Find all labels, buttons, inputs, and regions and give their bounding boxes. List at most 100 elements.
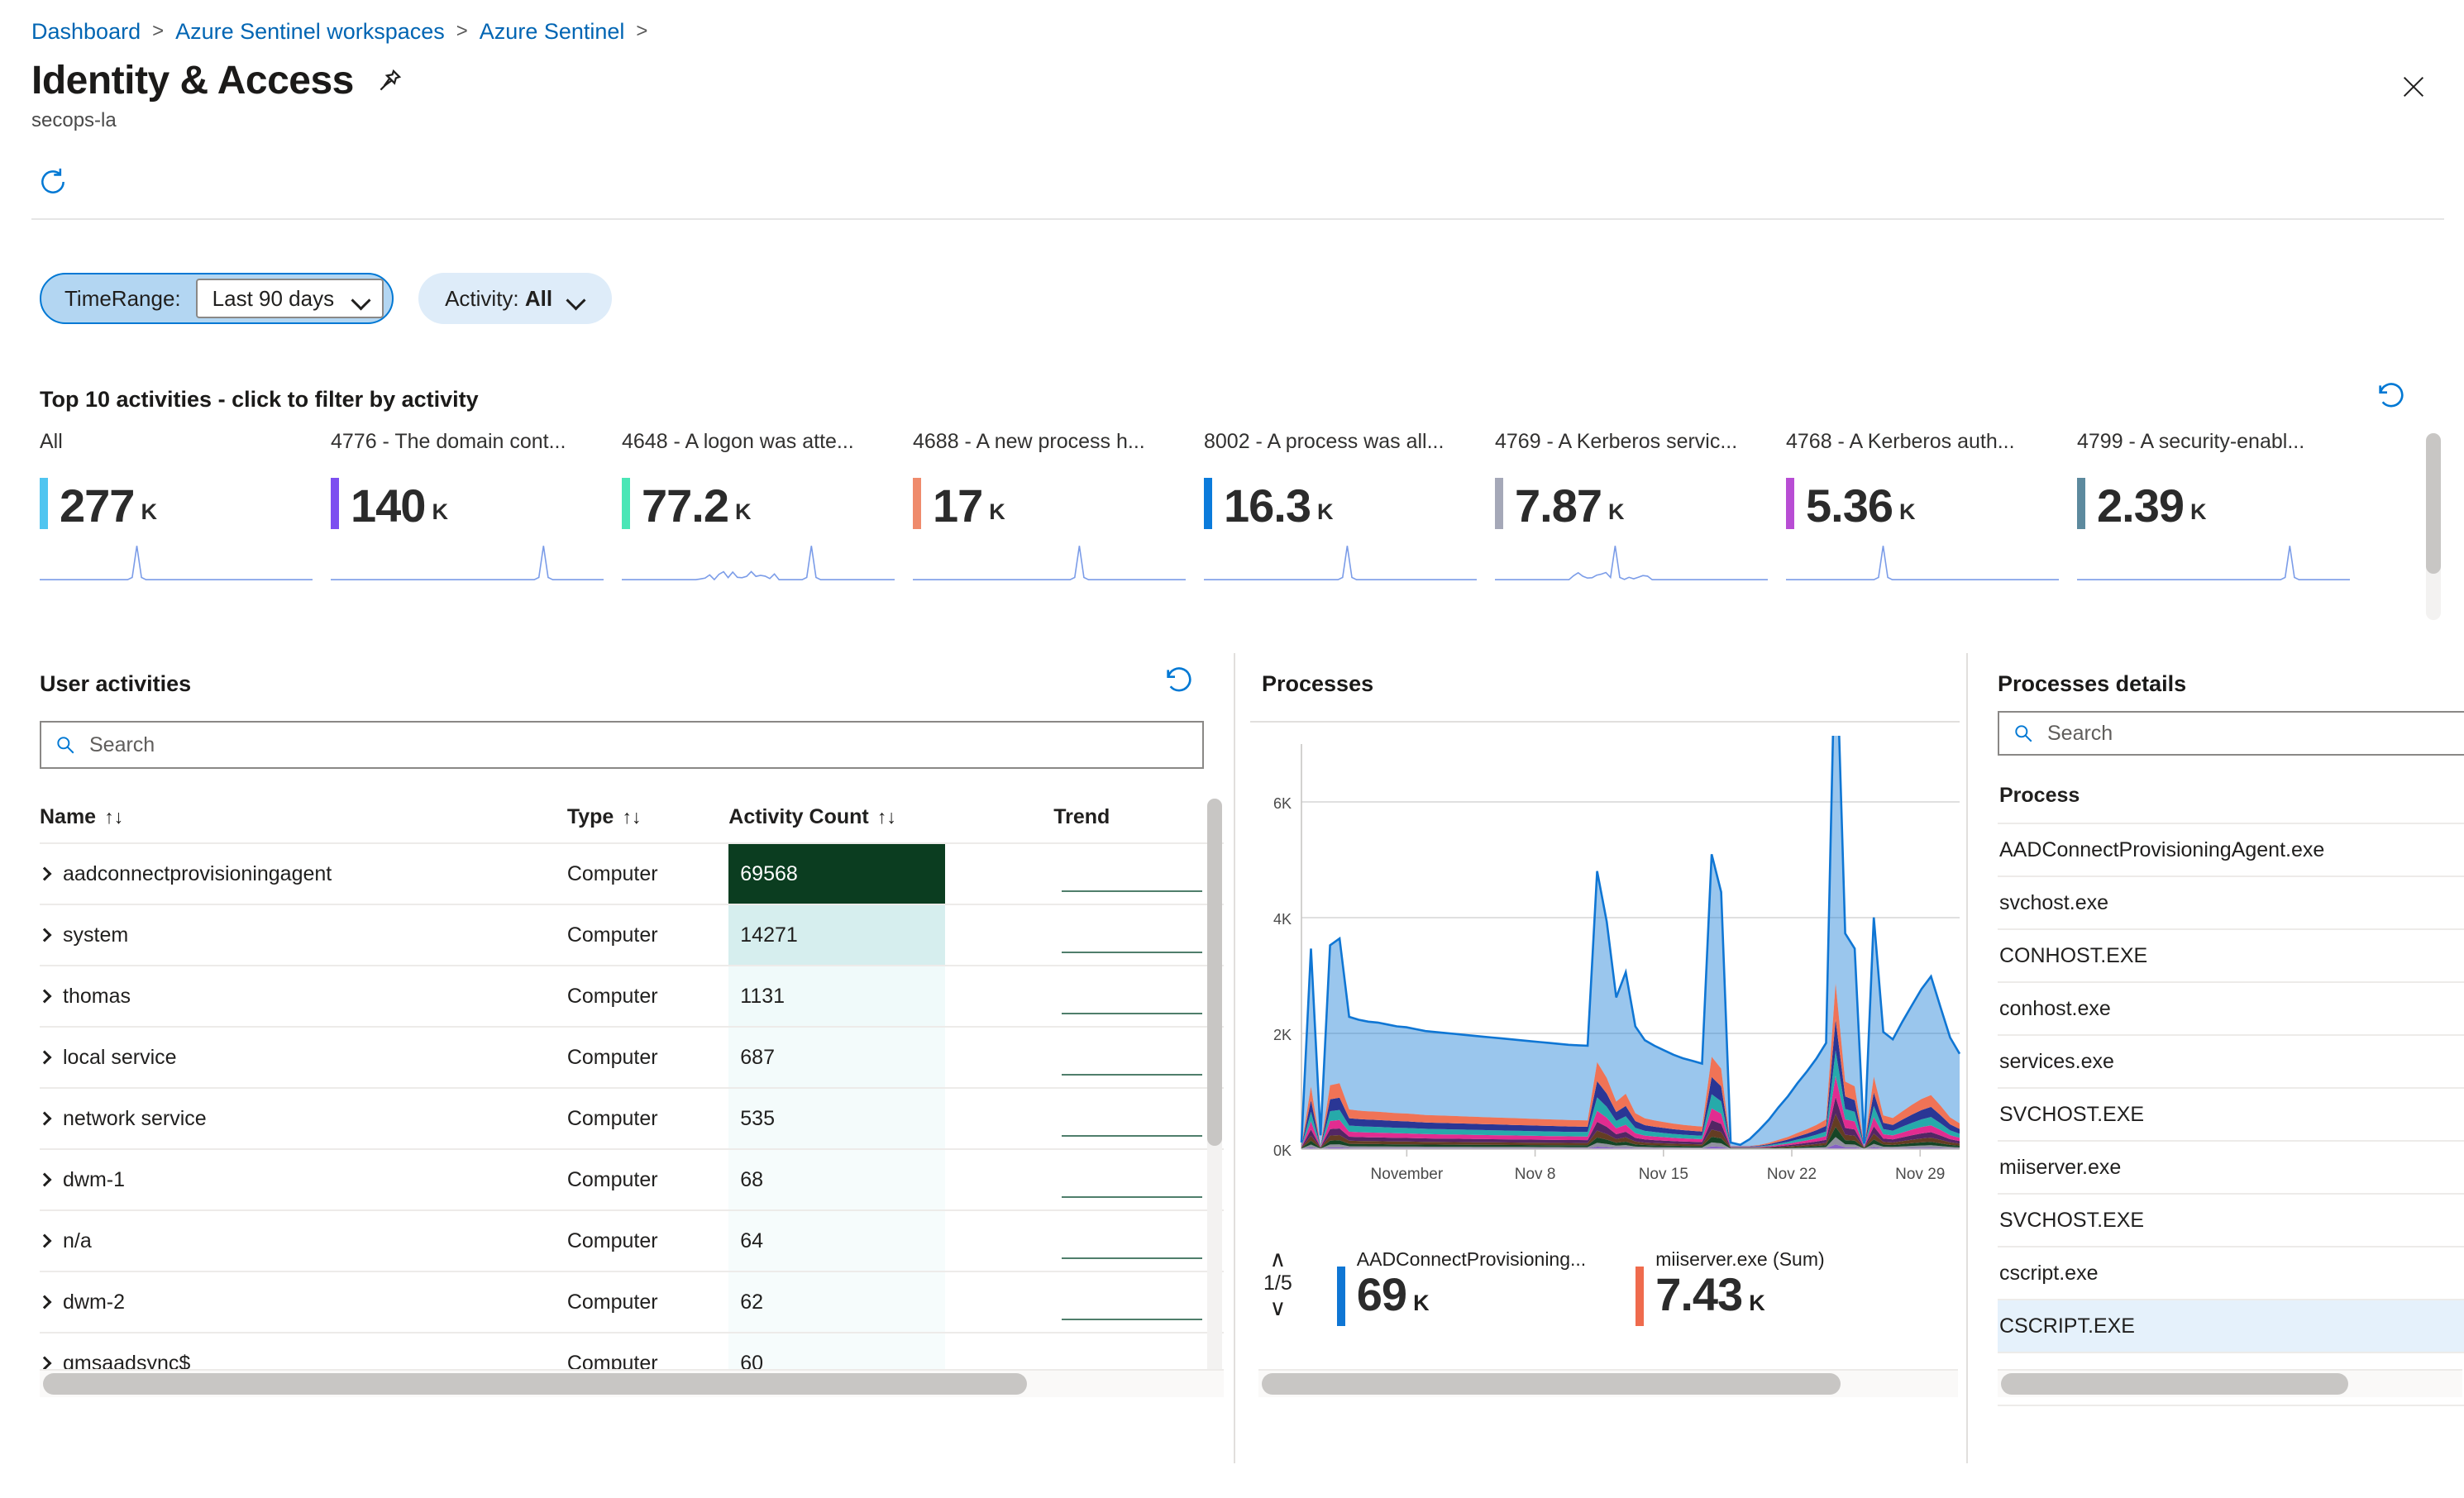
- table-row[interactable]: n/aComputer64: [40, 1210, 1224, 1271]
- activity-tile[interactable]: 4769 - A Kerberos servic...7.87K: [1495, 430, 1786, 594]
- processes-horizontal-scrollbar[interactable]: [1258, 1369, 1958, 1397]
- activity-tile[interactable]: 4648 - A logon was atte...77.2K: [622, 430, 913, 594]
- expand-chevron-icon[interactable]: [40, 928, 51, 942]
- sort-icon[interactable]: ↑↓: [877, 806, 896, 828]
- refresh-icon: [37, 166, 69, 198]
- processes-details-search[interactable]: [1998, 711, 2464, 756]
- pin-icon[interactable]: [375, 67, 404, 95]
- list-item[interactable]: SVCHOST.EXE: [1998, 1194, 2464, 1247]
- expand-chevron-icon[interactable]: [40, 1295, 51, 1309]
- breadcrumb-item-workspaces[interactable]: Azure Sentinel workspaces: [175, 18, 445, 45]
- list-item[interactable]: CSCRIPT.EXE: [1998, 1300, 2464, 1352]
- chevron-up-icon[interactable]: ∧: [1270, 1248, 1287, 1270]
- column-header-trend[interactable]: Trend: [1053, 794, 1224, 843]
- cell-name[interactable]: network service: [40, 1088, 567, 1149]
- activity-filter[interactable]: Activity: All: [418, 273, 612, 324]
- user-activities-reset-button[interactable]: [1163, 663, 1201, 701]
- list-item[interactable]: AADConnectProvisioningAgent.exe: [1998, 823, 2464, 876]
- trend-sparkline: [1062, 1310, 1202, 1322]
- cell-name[interactable]: local service: [40, 1027, 567, 1088]
- list-item[interactable]: svchost.exe: [1998, 876, 2464, 929]
- legend-pager[interactable]: ∧ 1/5 ∨: [1263, 1248, 1292, 1319]
- legend-item[interactable]: miiserver.exe (Sum)7.43K: [1636, 1248, 1824, 1326]
- processes-heading: Processes: [1262, 671, 1373, 697]
- activity-tile-sparkline: [1495, 544, 1768, 590]
- svg-text:Nov 29: Nov 29: [1895, 1166, 1945, 1183]
- processes-details-search-input[interactable]: [2046, 721, 2464, 747]
- list-item[interactable]: conhost.exe: [1998, 982, 2464, 1035]
- list-item[interactable]: miiserver.exe: [1998, 1141, 2464, 1194]
- table-row[interactable]: aadconnectprovisioningagentComputer69568: [40, 843, 1224, 904]
- expand-chevron-icon[interactable]: [40, 1356, 51, 1370]
- cell-type: Computer: [567, 966, 728, 1027]
- cell-name[interactable]: system: [40, 904, 567, 966]
- list-item[interactable]: CONHOST.EXE: [1998, 929, 2464, 982]
- table-row[interactable]: dwm-1Computer68: [40, 1149, 1224, 1210]
- expand-chevron-icon[interactable]: [40, 866, 51, 880]
- activity-tile[interactable]: All277K: [40, 430, 331, 594]
- svg-text:0K: 0K: [1273, 1143, 1292, 1159]
- timerange-filter[interactable]: TimeRange: Last 90 days: [40, 273, 394, 324]
- user-activities-search-input[interactable]: [88, 732, 1189, 758]
- activity-tile-sparkline: [1204, 544, 1477, 590]
- sort-icon[interactable]: ↑↓: [104, 806, 123, 828]
- cell-name[interactable]: dwm-1: [40, 1149, 567, 1210]
- activity-tile-sparkline: [913, 544, 1186, 590]
- user-activities-horizontal-scrollbar[interactable]: [40, 1369, 1224, 1397]
- activity-tile[interactable]: 4688 - A new process h...17K: [913, 430, 1204, 594]
- cell-activity-count: 687: [728, 1027, 1053, 1088]
- svg-text:2K: 2K: [1273, 1027, 1292, 1043]
- table-row[interactable]: local serviceComputer687: [40, 1027, 1224, 1088]
- activity-tile-color-bar: [1786, 478, 1794, 529]
- top-activities-scrollbar[interactable]: [2426, 433, 2441, 620]
- activity-tile-label: 8002 - A process was all...: [1204, 430, 1482, 456]
- cell-activity-count: 535: [728, 1088, 1053, 1149]
- processes-details-horizontal-scrollbar[interactable]: [1998, 1369, 2462, 1397]
- chevron-down-icon[interactable]: ∨: [1270, 1297, 1287, 1319]
- top-activities-reset-button[interactable]: [2375, 379, 2413, 417]
- table-row[interactable]: dwm-2Computer62: [40, 1271, 1224, 1333]
- list-item[interactable]: SVCHOST.EXE: [1998, 1088, 2464, 1141]
- activity-tile[interactable]: 4776 - The domain cont...140K: [331, 430, 622, 594]
- expand-chevron-icon[interactable]: [40, 989, 51, 1003]
- activity-tile[interactable]: 4768 - A Kerberos auth...5.36K: [1786, 430, 2077, 594]
- cell-type: Computer: [567, 1149, 728, 1210]
- table-row[interactable]: thomasComputer1131: [40, 966, 1224, 1027]
- sort-icon[interactable]: ↑↓: [622, 806, 641, 828]
- activity-tile-value: 5.36K: [1786, 468, 2064, 529]
- column-header-type[interactable]: Type↑↓: [567, 794, 728, 843]
- cell-name[interactable]: thomas: [40, 966, 567, 1027]
- timerange-select[interactable]: Last 90 days: [196, 279, 384, 318]
- column-header-process[interactable]: Process: [1998, 775, 2464, 823]
- table-row[interactable]: systemComputer14271: [40, 904, 1224, 966]
- legend-item[interactable]: AADConnectProvisioning...69K: [1337, 1248, 1586, 1326]
- cell-trend: [1053, 843, 1224, 904]
- expand-chevron-icon[interactable]: [40, 1111, 51, 1125]
- expand-chevron-icon[interactable]: [40, 1050, 51, 1064]
- close-button[interactable]: [2395, 68, 2433, 106]
- user-activities-vertical-scrollbar[interactable]: [1207, 799, 1222, 1377]
- breadcrumb-item-sentinel[interactable]: Azure Sentinel: [480, 18, 625, 45]
- cell-trend: [1053, 1088, 1224, 1149]
- activity-tile-label: 4688 - A new process h...: [913, 430, 1191, 456]
- activity-tile-unit: K: [141, 499, 157, 529]
- activity-tile-number: 277: [60, 483, 134, 529]
- cell-name[interactable]: dwm-2: [40, 1271, 567, 1333]
- list-item[interactable]: services.exe: [1998, 1035, 2464, 1088]
- legend-unit: K: [1413, 1290, 1430, 1315]
- user-activities-search[interactable]: [40, 721, 1204, 769]
- column-header-name[interactable]: Name↑↓: [40, 794, 567, 843]
- activity-tile[interactable]: 4799 - A security-enabl...2.39K: [2077, 430, 2368, 594]
- cell-name[interactable]: aadconnectprovisioningagent: [40, 843, 567, 904]
- activity-tile[interactable]: 8002 - A process was all...16.3K: [1204, 430, 1495, 594]
- refresh-button[interactable]: [31, 160, 74, 203]
- list-item[interactable]: cscript.exe: [1998, 1247, 2464, 1300]
- column-header-activity-count[interactable]: Activity Count↑↓: [728, 794, 1053, 843]
- activity-tile-number: 17: [933, 483, 982, 529]
- table-row[interactable]: network serviceComputer535: [40, 1088, 1224, 1149]
- expand-chevron-icon[interactable]: [40, 1172, 51, 1186]
- breadcrumb-item-dashboard[interactable]: Dashboard: [31, 18, 141, 45]
- cell-name[interactable]: n/a: [40, 1210, 567, 1271]
- processes-area-chart[interactable]: 0K2K4K6KNovemberNov 8Nov 15Nov 22Nov 29: [1250, 736, 1968, 1248]
- expand-chevron-icon[interactable]: [40, 1233, 51, 1248]
